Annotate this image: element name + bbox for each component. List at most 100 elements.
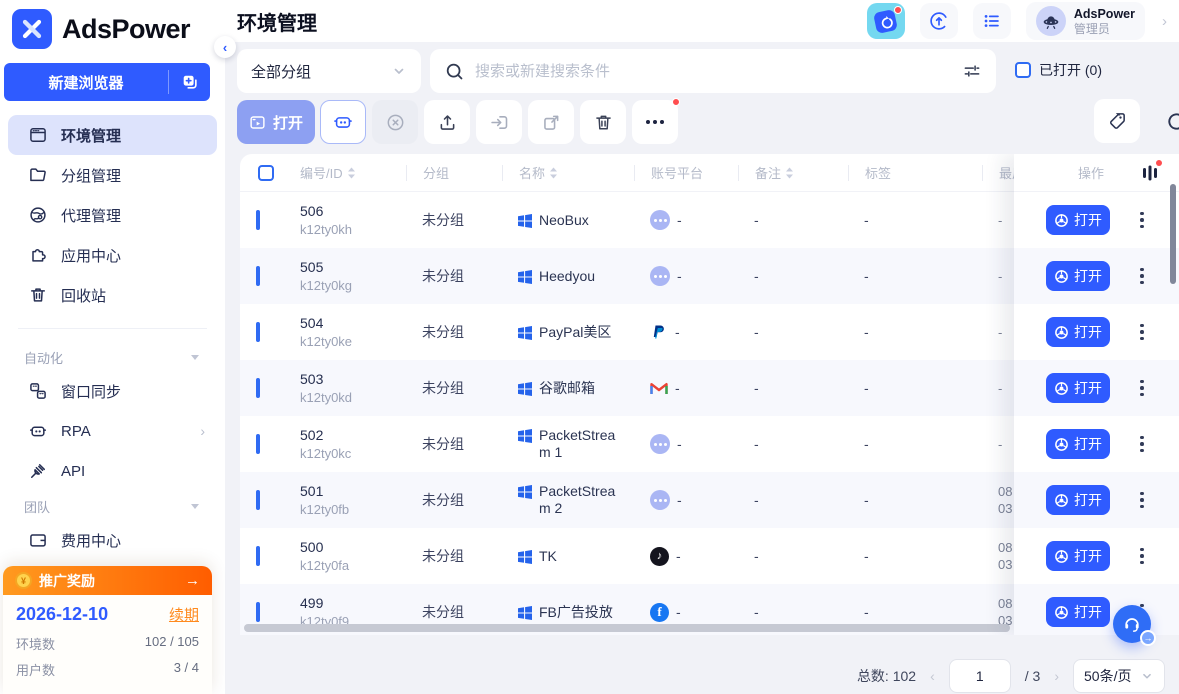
section-header[interactable]: 自动化 (8, 342, 217, 371)
headset-icon (1122, 614, 1142, 634)
page-number-input[interactable] (949, 659, 1011, 693)
sidebar-item-proxy[interactable]: 代理管理 (8, 195, 217, 235)
next-page-button[interactable]: › (1054, 668, 1059, 684)
sidebar-item-env[interactable]: 环境管理 (8, 115, 217, 155)
row-open-button[interactable]: 打开 (1046, 205, 1110, 235)
section-header[interactable]: 团队 (8, 491, 217, 520)
row-checkbox[interactable] (256, 378, 260, 398)
sidebar-item-group[interactable]: 分组管理 (8, 155, 217, 195)
row-remark: - (738, 324, 848, 340)
more-actions-button[interactable] (632, 100, 678, 144)
col-name[interactable]: 名称 (502, 165, 634, 181)
row-remark: - (738, 548, 848, 564)
vertical-scrollbar[interactable] (1170, 184, 1176, 284)
column-settings-icon[interactable] (1142, 164, 1158, 182)
group-filter-select[interactable]: 全部分组 (237, 49, 421, 93)
row-name: PayPal美区 (539, 324, 611, 341)
page-size-select[interactable]: 50条/页 (1073, 659, 1165, 693)
rpa-batch-button[interactable] (320, 100, 366, 144)
row-checkbox[interactable] (256, 602, 260, 622)
window-play-icon (249, 114, 266, 131)
windows-os-icon (518, 326, 532, 340)
delete-button[interactable] (580, 100, 626, 144)
promo-title: 推广奖励 (39, 571, 95, 591)
sidebar-item-wallet[interactable]: 费用中心 (8, 520, 217, 560)
row-more-button[interactable] (1140, 548, 1144, 565)
fixed-action-column: 操作 打开 打开 打开 打开 (1014, 154, 1179, 635)
select-all-checkbox[interactable] (258, 165, 274, 181)
refresh-button[interactable] (1153, 99, 1179, 143)
row-more-button[interactable] (1140, 436, 1144, 453)
export-upload-button[interactable] (424, 100, 470, 144)
legacy-version-button[interactable] (867, 3, 905, 39)
row-more-button[interactable] (1140, 268, 1144, 285)
opened-filter-checkbox[interactable]: 已打开 (0) (1015, 60, 1102, 80)
env-count-value: 102 / 105 (145, 634, 199, 653)
row-checkbox[interactable] (256, 266, 260, 286)
row-checkbox[interactable] (256, 490, 260, 510)
renew-link[interactable]: 续期 (169, 604, 199, 625)
col-remark[interactable]: 备注 (738, 165, 848, 181)
new-browser-button[interactable]: 新建浏览器 (4, 63, 210, 101)
windows-os-icon (518, 270, 532, 284)
row-group: 未分组 (406, 434, 502, 454)
col-tag[interactable]: 标签 (848, 165, 982, 181)
brand-logo: AdsPower (0, 0, 225, 55)
col-platform[interactable]: 账号平台 (634, 165, 738, 181)
browser-globe-icon (1054, 549, 1069, 564)
row-more-button[interactable] (1140, 380, 1144, 397)
row-checkbox[interactable] (256, 322, 260, 342)
col-group[interactable]: 分组 (406, 165, 502, 181)
tag-manage-button[interactable] (1094, 99, 1140, 143)
row-more-button[interactable] (1140, 492, 1144, 509)
prev-page-button[interactable]: ‹ (930, 668, 935, 684)
batch-create-button[interactable] (168, 70, 210, 94)
import-button[interactable] (476, 100, 522, 144)
support-chat-button[interactable]: → (1113, 605, 1151, 643)
close-selected-button[interactable] (372, 100, 418, 144)
sidebar-item-api[interactable]: API (8, 451, 217, 491)
search-input[interactable] (475, 63, 952, 80)
row-tag: - (848, 212, 982, 228)
row-name-cell: Heedyou (502, 268, 634, 285)
row-open-button[interactable]: 打开 (1046, 541, 1110, 571)
sidebar-collapse-button[interactable]: ‹ (214, 36, 236, 58)
row-open-button[interactable]: 打开 (1046, 429, 1110, 459)
col-id[interactable]: 编号/ID (284, 165, 406, 181)
row-tag: - (848, 380, 982, 396)
account-menu[interactable]: AdsPower 管理员 (1026, 2, 1145, 40)
row-env-id: k12ty0kg (300, 277, 406, 294)
row-open-button[interactable]: 打开 (1046, 373, 1110, 403)
horizontal-scrollbar[interactable] (244, 624, 1010, 632)
share-button[interactable] (528, 100, 574, 144)
row-open-button[interactable]: 打开 (1046, 485, 1110, 515)
platform-icon (650, 490, 670, 510)
row-checkbox[interactable] (256, 546, 260, 566)
row-name-cell: TK (502, 548, 634, 565)
batch-open-button[interactable]: 打开 (237, 100, 315, 144)
advanced-filter-icon[interactable] (962, 61, 982, 81)
row-env-id: k12ty0kc (300, 445, 406, 462)
row-checkbox[interactable] (256, 210, 260, 230)
row-id-cell: 502 k12ty0kc (284, 427, 406, 462)
notification-dot (894, 6, 902, 14)
update-button[interactable] (920, 3, 958, 39)
row-open-button[interactable]: 打开 (1046, 261, 1110, 291)
promo-banner[interactable]: ¥ 推广奖励 → (3, 566, 212, 595)
row-open-button[interactable]: 打开 (1046, 317, 1110, 347)
row-more-button[interactable] (1140, 324, 1144, 341)
sort-icon (549, 167, 558, 179)
env-count-label: 环境数 (16, 634, 55, 653)
sidebar-item-trash[interactable]: 回收站 (8, 275, 217, 315)
row-more-button[interactable] (1140, 212, 1144, 229)
task-list-button[interactable] (973, 3, 1011, 39)
sidebar-item-apps[interactable]: 应用中心 (8, 235, 217, 275)
col-last-open[interactable]: 最后打开时间 (982, 165, 1016, 181)
env-count-row: 环境数 102 / 105 (16, 634, 199, 653)
sidebar-item-winsync[interactable]: 窗口同步 (8, 371, 217, 411)
checkbox-icon[interactable] (1015, 62, 1031, 78)
row-open-button[interactable]: 打开 (1046, 597, 1110, 627)
account-chevron-icon[interactable]: › (1160, 13, 1169, 30)
sidebar-item-rpa[interactable]: RPA› (8, 411, 217, 451)
row-checkbox[interactable] (256, 434, 260, 454)
